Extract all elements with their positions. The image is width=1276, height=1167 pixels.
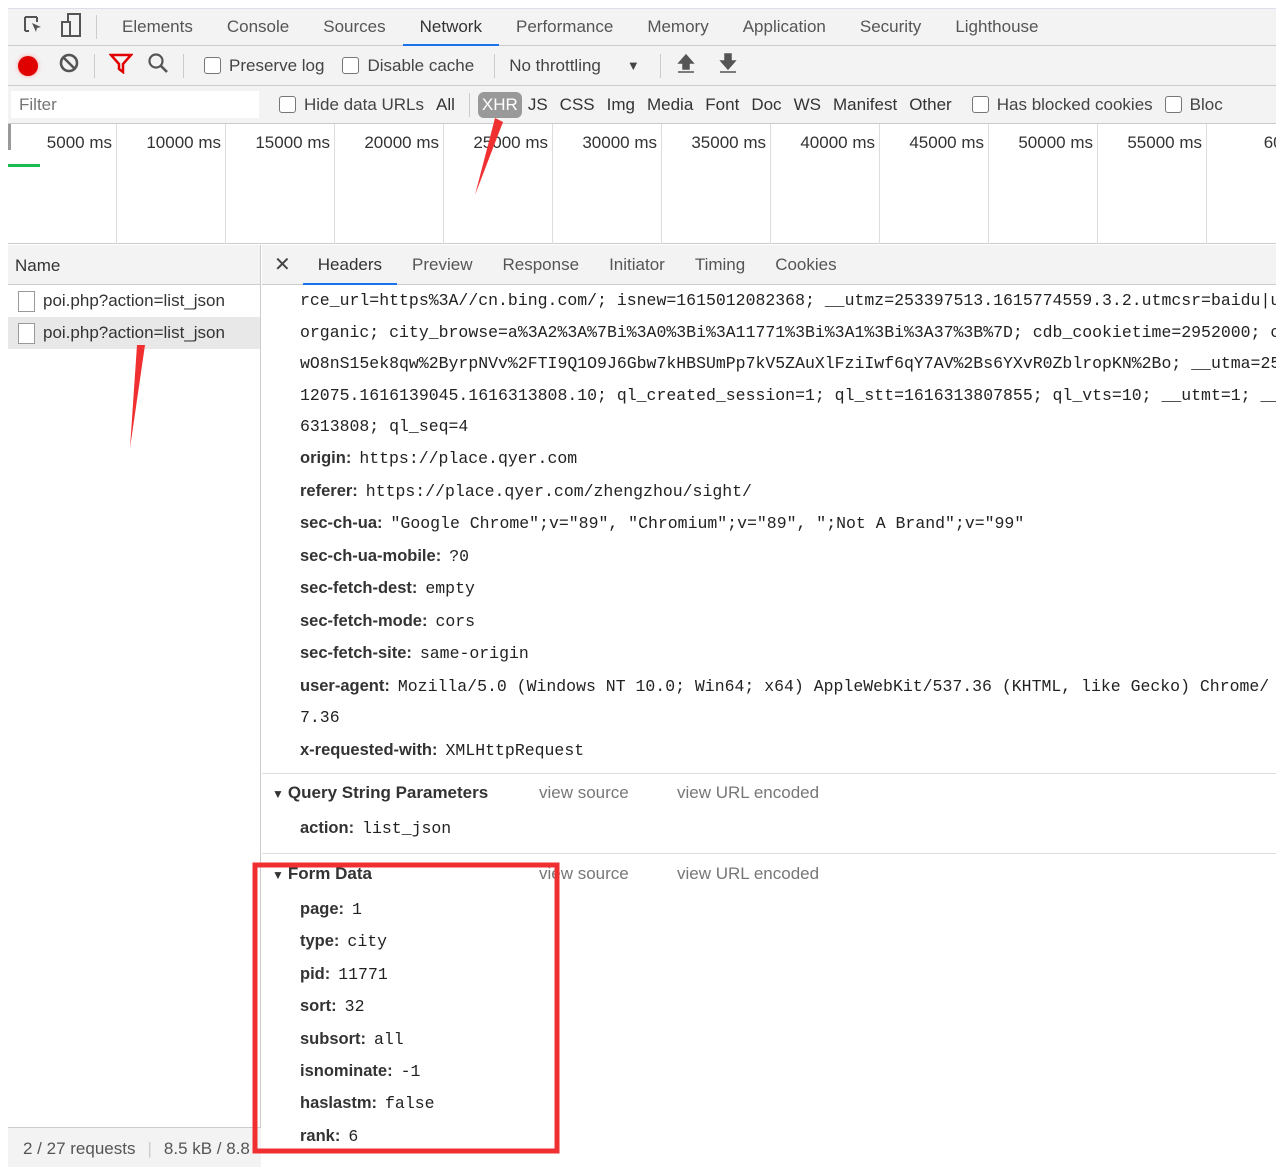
annotation-box	[252, 862, 560, 1154]
annotation-arrow	[475, 118, 503, 195]
annotation-overlay	[130, 118, 560, 1154]
annotation-arrow	[130, 345, 145, 448]
